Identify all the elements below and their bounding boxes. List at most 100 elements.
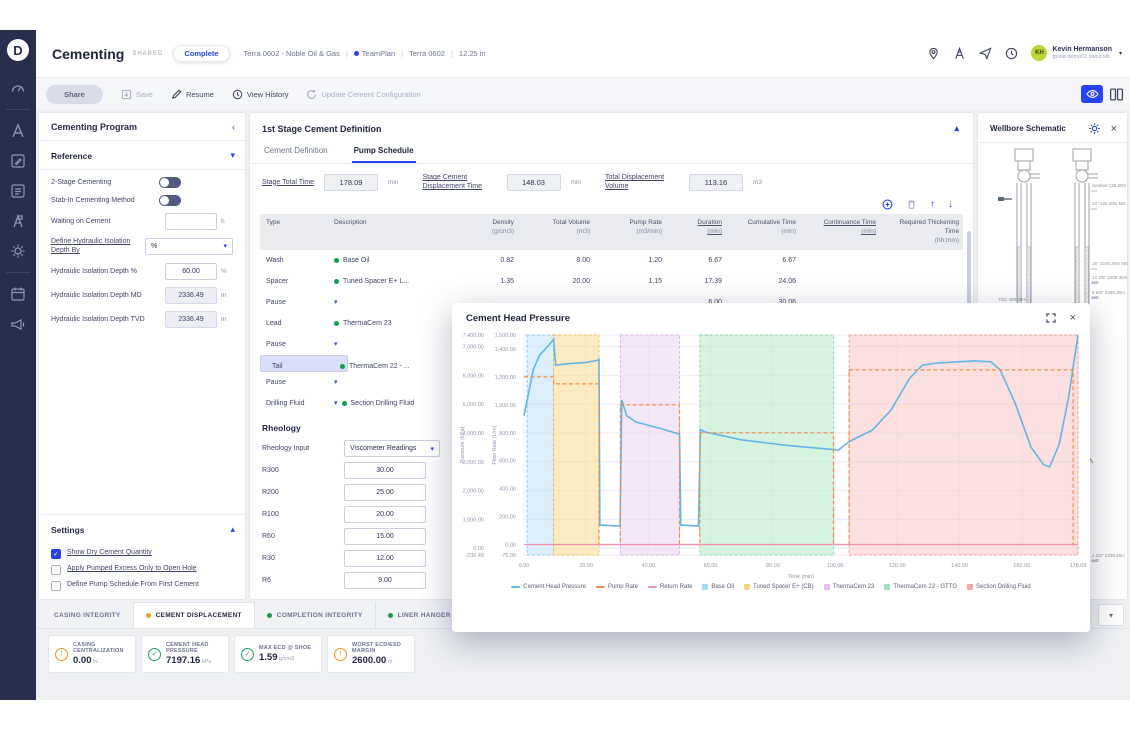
delete-row-icon[interactable] [906, 199, 917, 210]
clock-icon[interactable] [1005, 47, 1018, 60]
kpi-card[interactable]: !WORST ECD/ESD MARGIN2600.00 m [327, 635, 415, 673]
view-toggle-button[interactable] [1081, 85, 1103, 103]
tab-cement-definition[interactable]: Cement Definition [262, 142, 330, 163]
table-row[interactable]: SpacerTuned Spacer E+ L...1.3520.001.151… [260, 271, 963, 292]
collapse-panel-icon[interactable]: ‹ [232, 122, 235, 132]
cell-description: Base Oil [328, 250, 464, 271]
legend-item: ThermaCem 22 - GTTG [884, 584, 957, 590]
share-button[interactable]: Share [46, 85, 103, 104]
schematic-annotation: 4 1/2" 2336.49m MD [1092, 553, 1130, 564]
svg-text:200.00: 200.00 [499, 515, 516, 521]
breadcrumb-item[interactable]: Terra 0602 - Noble Oil & Gas [244, 49, 340, 58]
rheology-input-select[interactable]: Viscometer Readings▾ [344, 440, 440, 457]
tab-pump-schedule[interactable]: Pump Schedule [352, 142, 416, 163]
checkbox[interactable] [51, 565, 61, 575]
rig-icon[interactable] [953, 47, 966, 60]
chevron-down-icon[interactable]: ▾ [230, 150, 235, 161]
toggle-row: Stab-In Cementing Method [39, 188, 245, 206]
chevron-up-icon[interactable]: ▴ [230, 524, 235, 535]
tab-overflow-button[interactable]: ▾ [1098, 604, 1124, 626]
tab-casing-integrity[interactable]: CASING INTEGRITY [42, 602, 134, 628]
save-button[interactable]: Save [121, 89, 153, 100]
column-unit: (m3/min) [602, 228, 662, 237]
update-cement-configuration-button[interactable]: Update Cement Configuration [306, 89, 420, 100]
rheology-input[interactable]: 20.00 [344, 506, 426, 523]
rig-flag-icon[interactable] [10, 213, 26, 229]
gauge-icon[interactable] [10, 80, 26, 96]
field-row: Hydraulic Isolation Depth %60.00% [39, 256, 245, 280]
breadcrumb-item[interactable]: 12.25 in [459, 49, 486, 58]
app-header: Cementing SHARED Complete Terra 0602 - N… [36, 30, 1130, 78]
field-row: Hydraulic Isolation Depth MD2336.49m [39, 280, 245, 304]
delfi-logo-icon[interactable]: D [7, 39, 29, 61]
resume-button[interactable]: Resume [171, 89, 214, 100]
summary-unit: min [388, 179, 398, 186]
close-icon[interactable]: × [1070, 312, 1076, 324]
legend-label: Cement Head Pressure [523, 584, 586, 590]
legend-item: Return Rate [648, 584, 692, 590]
chevron-down-icon[interactable]: ▾ [334, 393, 338, 414]
rheology-input[interactable]: 25.00 [344, 484, 426, 501]
expand-icon[interactable] [1046, 313, 1056, 323]
fluid-status-dot [334, 279, 339, 284]
summary-label[interactable]: Stage Total Time [262, 178, 314, 187]
chevron-down-icon[interactable]: ▾ [334, 372, 338, 393]
view-history-button[interactable]: View History [232, 89, 289, 100]
legend-label: Base Oil [711, 584, 734, 590]
layout-columns-icon[interactable] [1109, 87, 1124, 102]
report-icon[interactable] [10, 183, 26, 199]
checkbox[interactable] [51, 581, 61, 591]
edit-icon[interactable] [10, 153, 26, 169]
tab-cement-displacement[interactable]: CEMENT DISPLACEMENT [134, 602, 255, 628]
kpi-card[interactable]: !CASING CENTRALIZATION0.00 % [48, 635, 136, 673]
schematic-settings-gear-icon[interactable] [1088, 122, 1101, 135]
close-icon[interactable]: × [1111, 123, 1117, 135]
summary-label[interactable]: Total Displacement Volume [605, 173, 679, 191]
toggle-switch[interactable] [159, 195, 181, 206]
pencil-icon [171, 89, 182, 100]
cell-duration: 17.39 [668, 271, 728, 292]
rheology-input[interactable]: 30.00 [344, 462, 426, 479]
breadcrumb-item[interactable]: Terra 0602 [409, 49, 445, 58]
fluid-status-dot [334, 321, 339, 326]
svg-text:120.00: 120.00 [889, 563, 906, 569]
rheology-label: R100 [262, 511, 344, 518]
tab-completion-integrity[interactable]: COMPLETION INTEGRITY [255, 602, 376, 628]
table-row[interactable]: TailThermaCem 22 - ... [260, 355, 348, 372]
kpi-card[interactable]: ✓CEMENT HEAD PRESSURE7197.16 kPa [141, 635, 229, 673]
section-reference-title: Reference [51, 151, 92, 161]
move-row-down-icon[interactable]: ↓ [948, 200, 953, 210]
status-dot-icon [146, 613, 151, 618]
megaphone-icon[interactable] [10, 316, 26, 332]
breadcrumb-item[interactable]: TeamPlan [354, 49, 395, 58]
summary-label[interactable]: Stage Cement Displacement Time [423, 173, 497, 191]
collapse-section-icon[interactable]: ▴ [954, 123, 959, 134]
location-icon[interactable] [927, 47, 940, 60]
user-menu[interactable]: KH Kevin Hermanson guide.demo01.swco.slb… [1031, 45, 1122, 61]
column-header: Density(g/cm3) [464, 214, 520, 250]
chevron-down-icon[interactable]: ▾ [334, 292, 338, 313]
checkbox[interactable]: ✓ [51, 549, 61, 559]
field-select[interactable]: %▾ [145, 238, 233, 255]
rheology-input[interactable]: 9.00 [344, 572, 426, 589]
legend-label: Section Drilling Fluid [976, 584, 1031, 590]
toggle-switch[interactable] [159, 177, 181, 188]
kpi-card[interactable]: ✓MAX ECD @ SHOE1.59 g/cm3 [234, 635, 322, 673]
table-row[interactable]: WashBase Oil0.828.001.206.676.67 [260, 250, 963, 271]
calendar-icon[interactable] [10, 286, 26, 302]
rheology-input[interactable]: 15.00 [344, 528, 426, 545]
column-header: Duration(min) [668, 214, 728, 250]
move-row-up-icon[interactable]: ↑ [930, 200, 935, 210]
chevron-down-icon[interactable]: ▾ [334, 334, 338, 355]
checkbox-row: Apply Pumped Excess Only to Open Hole [39, 559, 245, 575]
field-input[interactable] [165, 213, 217, 230]
chevron-down-icon: ▾ [1119, 50, 1122, 57]
gear-icon[interactable] [10, 243, 26, 259]
send-icon[interactable] [979, 47, 992, 60]
cell-description: ▾ [328, 292, 464, 313]
svg-text:6,000.00: 6,000.00 [463, 373, 484, 379]
add-row-icon[interactable] [882, 199, 893, 210]
compass-icon[interactable] [10, 123, 26, 139]
field-input[interactable]: 60.00 [165, 263, 217, 280]
rheology-input[interactable]: 12.00 [344, 550, 426, 567]
